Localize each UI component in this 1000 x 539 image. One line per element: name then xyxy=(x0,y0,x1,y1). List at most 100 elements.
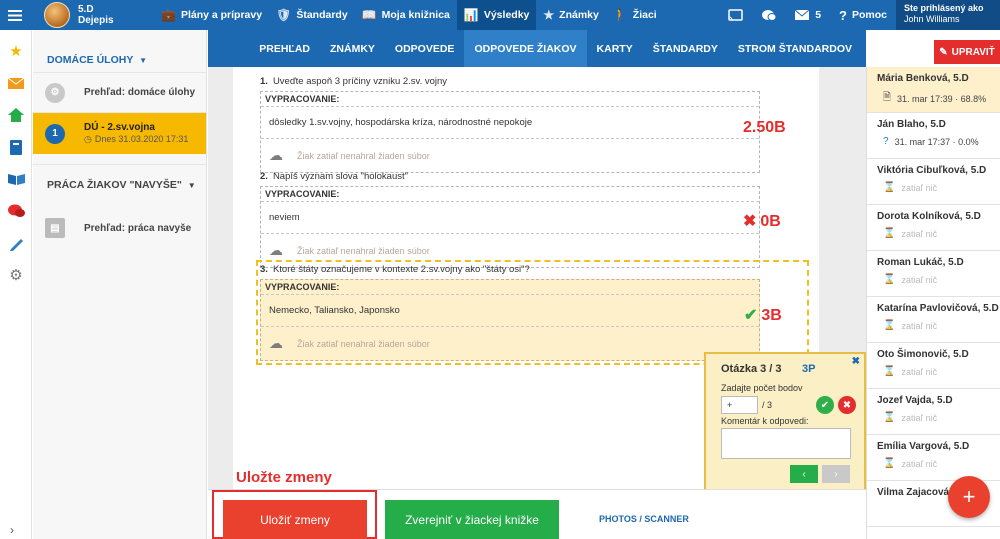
gear-badge-icon: ⚙ xyxy=(45,82,65,103)
sidebar-item-homework-ww2[interactable]: 1 DÚ - 2.sv.vojna ◷ Dnes 31.03.2020 17:31 xyxy=(33,112,206,154)
student-list: Mária Benková, 5.D 🗎 31. mar 17:39 · 68.8%… xyxy=(866,67,1000,539)
envelope-icon[interactable] xyxy=(0,68,32,98)
nav-library[interactable]: 📖 Moja knižnica xyxy=(355,0,457,30)
caret-down-icon: ▼ xyxy=(187,181,196,190)
user-account[interactable]: Ste prihlásený ako John Williams xyxy=(896,0,1000,30)
hourglass-icon: ⌛ xyxy=(883,458,896,469)
subject-name: Dejepis xyxy=(78,15,114,26)
mail-icon xyxy=(795,10,810,20)
star-icon: ★ xyxy=(543,8,555,22)
tab-standards-tree[interactable]: STROM ŠTANDARDOV xyxy=(728,30,862,67)
nav-plans[interactable]: 💼 Plány a prípravy xyxy=(154,0,269,30)
student-row[interactable]: Oto Šimonovič, 5.D ⌛ zatiaľ nič xyxy=(867,343,1000,389)
class-name: 5.D xyxy=(78,4,94,15)
answer-label: VYPRACOVANIE: xyxy=(261,187,759,202)
sidebar-item-extra-overview[interactable]: ▤ Prehľad: práca navyše xyxy=(33,208,206,248)
settings-gear-icon[interactable]: ⚙ xyxy=(0,260,32,290)
question-1[interactable]: 1. Uveďte aspoň 3 príčiny vzniku 2.sv. vo… xyxy=(260,76,805,173)
homework-section-header[interactable]: DOMÁCE ÚLOHY ▼ xyxy=(33,30,206,72)
question-2[interactable]: 2. Napíš význam slova "holokaust" VYPRACO… xyxy=(260,171,805,268)
student-status: zatiaľ nič xyxy=(901,412,938,423)
question-3[interactable]: 3. Ktoré štáty označujeme v kontexte 2.sv… xyxy=(256,260,809,365)
nav-label: Známky xyxy=(559,9,599,21)
tab-cards[interactable]: KARTY xyxy=(587,30,643,67)
class-selector[interactable]: 5.D Dejepis xyxy=(44,0,154,30)
answer-box: VYPRACOVANIE: Nemecko, Taliansko, Japons… xyxy=(260,279,760,361)
tab-student-answers[interactable]: ODPOVEDE ŽIAKOV xyxy=(464,30,587,67)
score-q2: ✖ 0B xyxy=(743,211,781,231)
briefcase-icon: 💼 xyxy=(161,8,176,22)
student-row[interactable]: Viktória Cibuľková, 5.D ⌛ zatiaľ nič xyxy=(867,159,1000,205)
add-fab-button[interactable]: + xyxy=(948,476,990,518)
popup-points: 3P xyxy=(802,363,816,375)
close-icon[interactable]: ✖ xyxy=(852,356,860,367)
section-title: DOMÁCE ÚLOHY xyxy=(47,54,134,66)
tab-overview[interactable]: PREHĽAD xyxy=(249,30,320,67)
points-input[interactable]: + xyxy=(721,396,758,414)
question-number: 3. xyxy=(260,264,268,275)
question-text: Ktoré štáty označujeme v kontexte 2.sv.v… xyxy=(272,264,530,275)
student-row[interactable]: Roman Lukáč, 5.D ⌛ zatiaľ nič xyxy=(867,251,1000,297)
nav-label: Moja knižnica xyxy=(381,9,450,21)
student-row[interactable]: Katarína Pavlovičová, 5.D ⌛ zatiaľ nič xyxy=(867,297,1000,343)
points-max: / 3 xyxy=(762,400,773,410)
chevron-right-icon[interactable]: › xyxy=(10,523,14,537)
answer-label: VYPRACOVANIE: xyxy=(261,92,759,107)
save-changes-hint: Uložte zmeny xyxy=(236,469,332,486)
nav-results[interactable]: 📊 Výsledky xyxy=(456,0,537,30)
edit-button[interactable]: ✎ UPRAVIŤ xyxy=(934,40,1000,64)
cast-icon[interactable] xyxy=(719,9,752,21)
student-name: Ján Blaho, 5.D xyxy=(877,119,946,130)
student-row[interactable]: Jozef Vajda, 5.D ⌛ zatiaľ nič xyxy=(867,389,1000,435)
student-name: Emília Vargová, 5.D xyxy=(877,441,970,452)
homework-number-badge: 1 xyxy=(45,123,65,144)
publish-button[interactable]: Zverejniť v žiackej knižke xyxy=(385,500,559,539)
upload-status: Žiak zatiaľ nenahral žiaden súbor xyxy=(297,245,430,256)
home-icon[interactable] xyxy=(0,100,32,130)
plus-icon: + xyxy=(962,484,976,509)
student-row[interactable]: Mária Benková, 5.D 🗎 31. mar 17:39 · 68.8% xyxy=(867,67,1000,113)
save-changes-button[interactable]: Uložiť zmeny xyxy=(223,500,367,539)
next-question-button[interactable]: › xyxy=(822,465,850,483)
previous-question-button[interactable]: ‹ xyxy=(790,465,818,483)
hourglass-icon: ⌛ xyxy=(883,182,896,193)
hamburger-menu-icon[interactable] xyxy=(0,0,30,30)
tab-answers[interactable]: ODPOVEDE xyxy=(385,30,465,67)
comment-label: Komentár k odpovedi: xyxy=(721,416,809,426)
icon-sidebar: ★ ⚙ xyxy=(0,30,32,539)
question-number: 2. xyxy=(260,171,268,182)
student-name: Katarína Pavlovičová, 5.D xyxy=(877,303,999,314)
login-label: Ste prihlásený ako xyxy=(904,3,984,13)
results-tabs: PREHĽAD ZNÁMKY ODPOVEDE ODPOVEDE ŽIAKOV … xyxy=(208,30,866,67)
student-row[interactable]: Ján Blaho, 5.D? 31. mar 17:37 · 0.0% xyxy=(867,113,1000,159)
student-row[interactable]: Emília Vargová, 5.D ⌛ zatiaľ nič xyxy=(867,435,1000,481)
section-title: PRÁCA ŽIAKOV "NAVYŠE" xyxy=(47,179,182,191)
open-book-icon[interactable] xyxy=(0,164,32,194)
help-button[interactable]: ? Pomoc xyxy=(830,8,896,23)
tab-standards[interactable]: ŠTANDARDY xyxy=(643,30,728,67)
nav-grades[interactable]: ★ Známky xyxy=(536,0,605,30)
pencil-icon[interactable] xyxy=(0,228,32,258)
tab-grades[interactable]: ZNÁMKY xyxy=(320,30,385,67)
notebook-icon[interactable] xyxy=(0,132,32,162)
student-status: zatiaľ nič xyxy=(901,458,938,469)
help-label: Pomoc xyxy=(851,9,887,21)
sidebar-item-label: Prehľad: práca navyše xyxy=(84,222,192,234)
nav-standards[interactable]: 🛡 Štandardy xyxy=(269,0,355,30)
student-status: zatiaľ nič xyxy=(901,366,938,377)
photos-scanner-link[interactable]: PHOTOS / SCANNER xyxy=(599,514,689,524)
clock-icon: ◷ xyxy=(84,134,92,144)
chat-icon[interactable] xyxy=(752,9,786,22)
confirm-check-icon[interactable]: ✔ xyxy=(816,396,834,414)
discussion-icon[interactable] xyxy=(0,196,32,226)
extra-work-section-header[interactable]: PRÁCA ŽIAKOV "NAVYŠE" ▼ xyxy=(33,164,206,208)
messages-button[interactable]: 5 xyxy=(786,9,830,21)
star-icon[interactable]: ★ xyxy=(0,36,32,66)
upload-status: Žiak zatiaľ nenahral žiaden súbor xyxy=(297,150,430,161)
student-row[interactable]: Dorota Kolníková, 5.D ⌛ zatiaľ nič xyxy=(867,205,1000,251)
sidebar-item-homework-overview[interactable]: ⚙ Prehľad: domáce úlohy xyxy=(33,72,206,112)
nav-students[interactable]: 🚶 Žiaci xyxy=(606,0,664,30)
question-text: Uveďte aspoň 3 príčiny vzniku 2.sv. vojn… xyxy=(272,76,448,87)
cancel-cross-icon[interactable]: ✖ xyxy=(838,396,856,414)
comment-textarea[interactable] xyxy=(721,428,851,459)
